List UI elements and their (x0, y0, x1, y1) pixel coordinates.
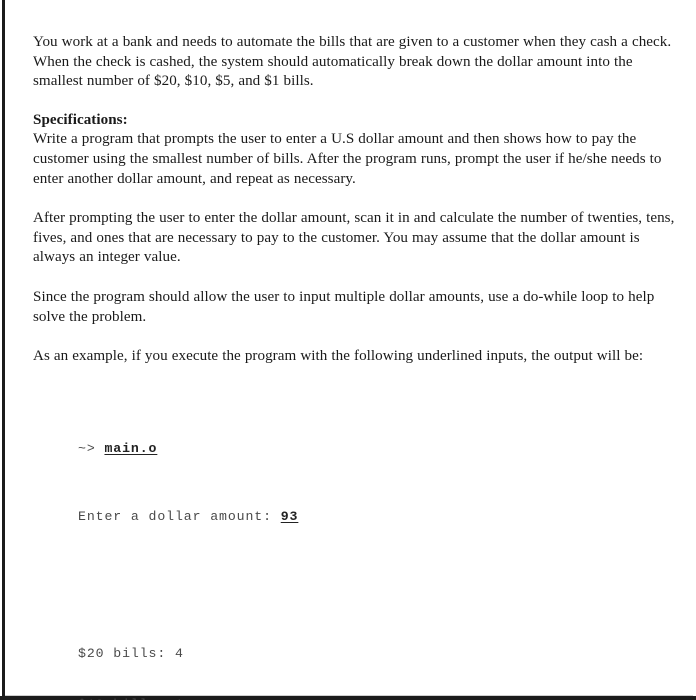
intro-paragraph: You work at a bank and needs to automate… (33, 34, 672, 90)
console-bills-line: $10 bills: 1 (78, 696, 678, 700)
page-scan-left-border (2, 0, 5, 700)
console-enter-prompt-label: Enter a dollar amount: (78, 509, 281, 525)
document-body: You work at a bank and needs to automate… (33, 33, 678, 700)
console-amount-input-1: 93 (280, 509, 299, 525)
specifications-paragraph: Write a program that prompts the user to… (33, 131, 662, 187)
console-command-line: ~> main.o (78, 440, 678, 457)
console-enter-prompt-line-1: Enter a dollar amount: 93 (78, 508, 678, 525)
console-bills-line: $20 bills: 4 (78, 646, 184, 662)
console-command-input: main.o (104, 441, 158, 456)
console-transcript: ~> main.o Enter a dollar amount: 93 $20 … (78, 389, 678, 700)
console-prompt-symbol: ~> (78, 441, 105, 456)
loop-paragraph: Since the program should allow the user … (33, 288, 655, 325)
specifications-heading: Specifications: (33, 111, 128, 128)
example-paragraph: As an example, if you execute the progra… (33, 348, 644, 365)
scanned-document-page: You work at a bank and needs to automate… (0, 0, 696, 700)
calculation-paragraph: After prompting the user to enter the do… (33, 210, 675, 266)
